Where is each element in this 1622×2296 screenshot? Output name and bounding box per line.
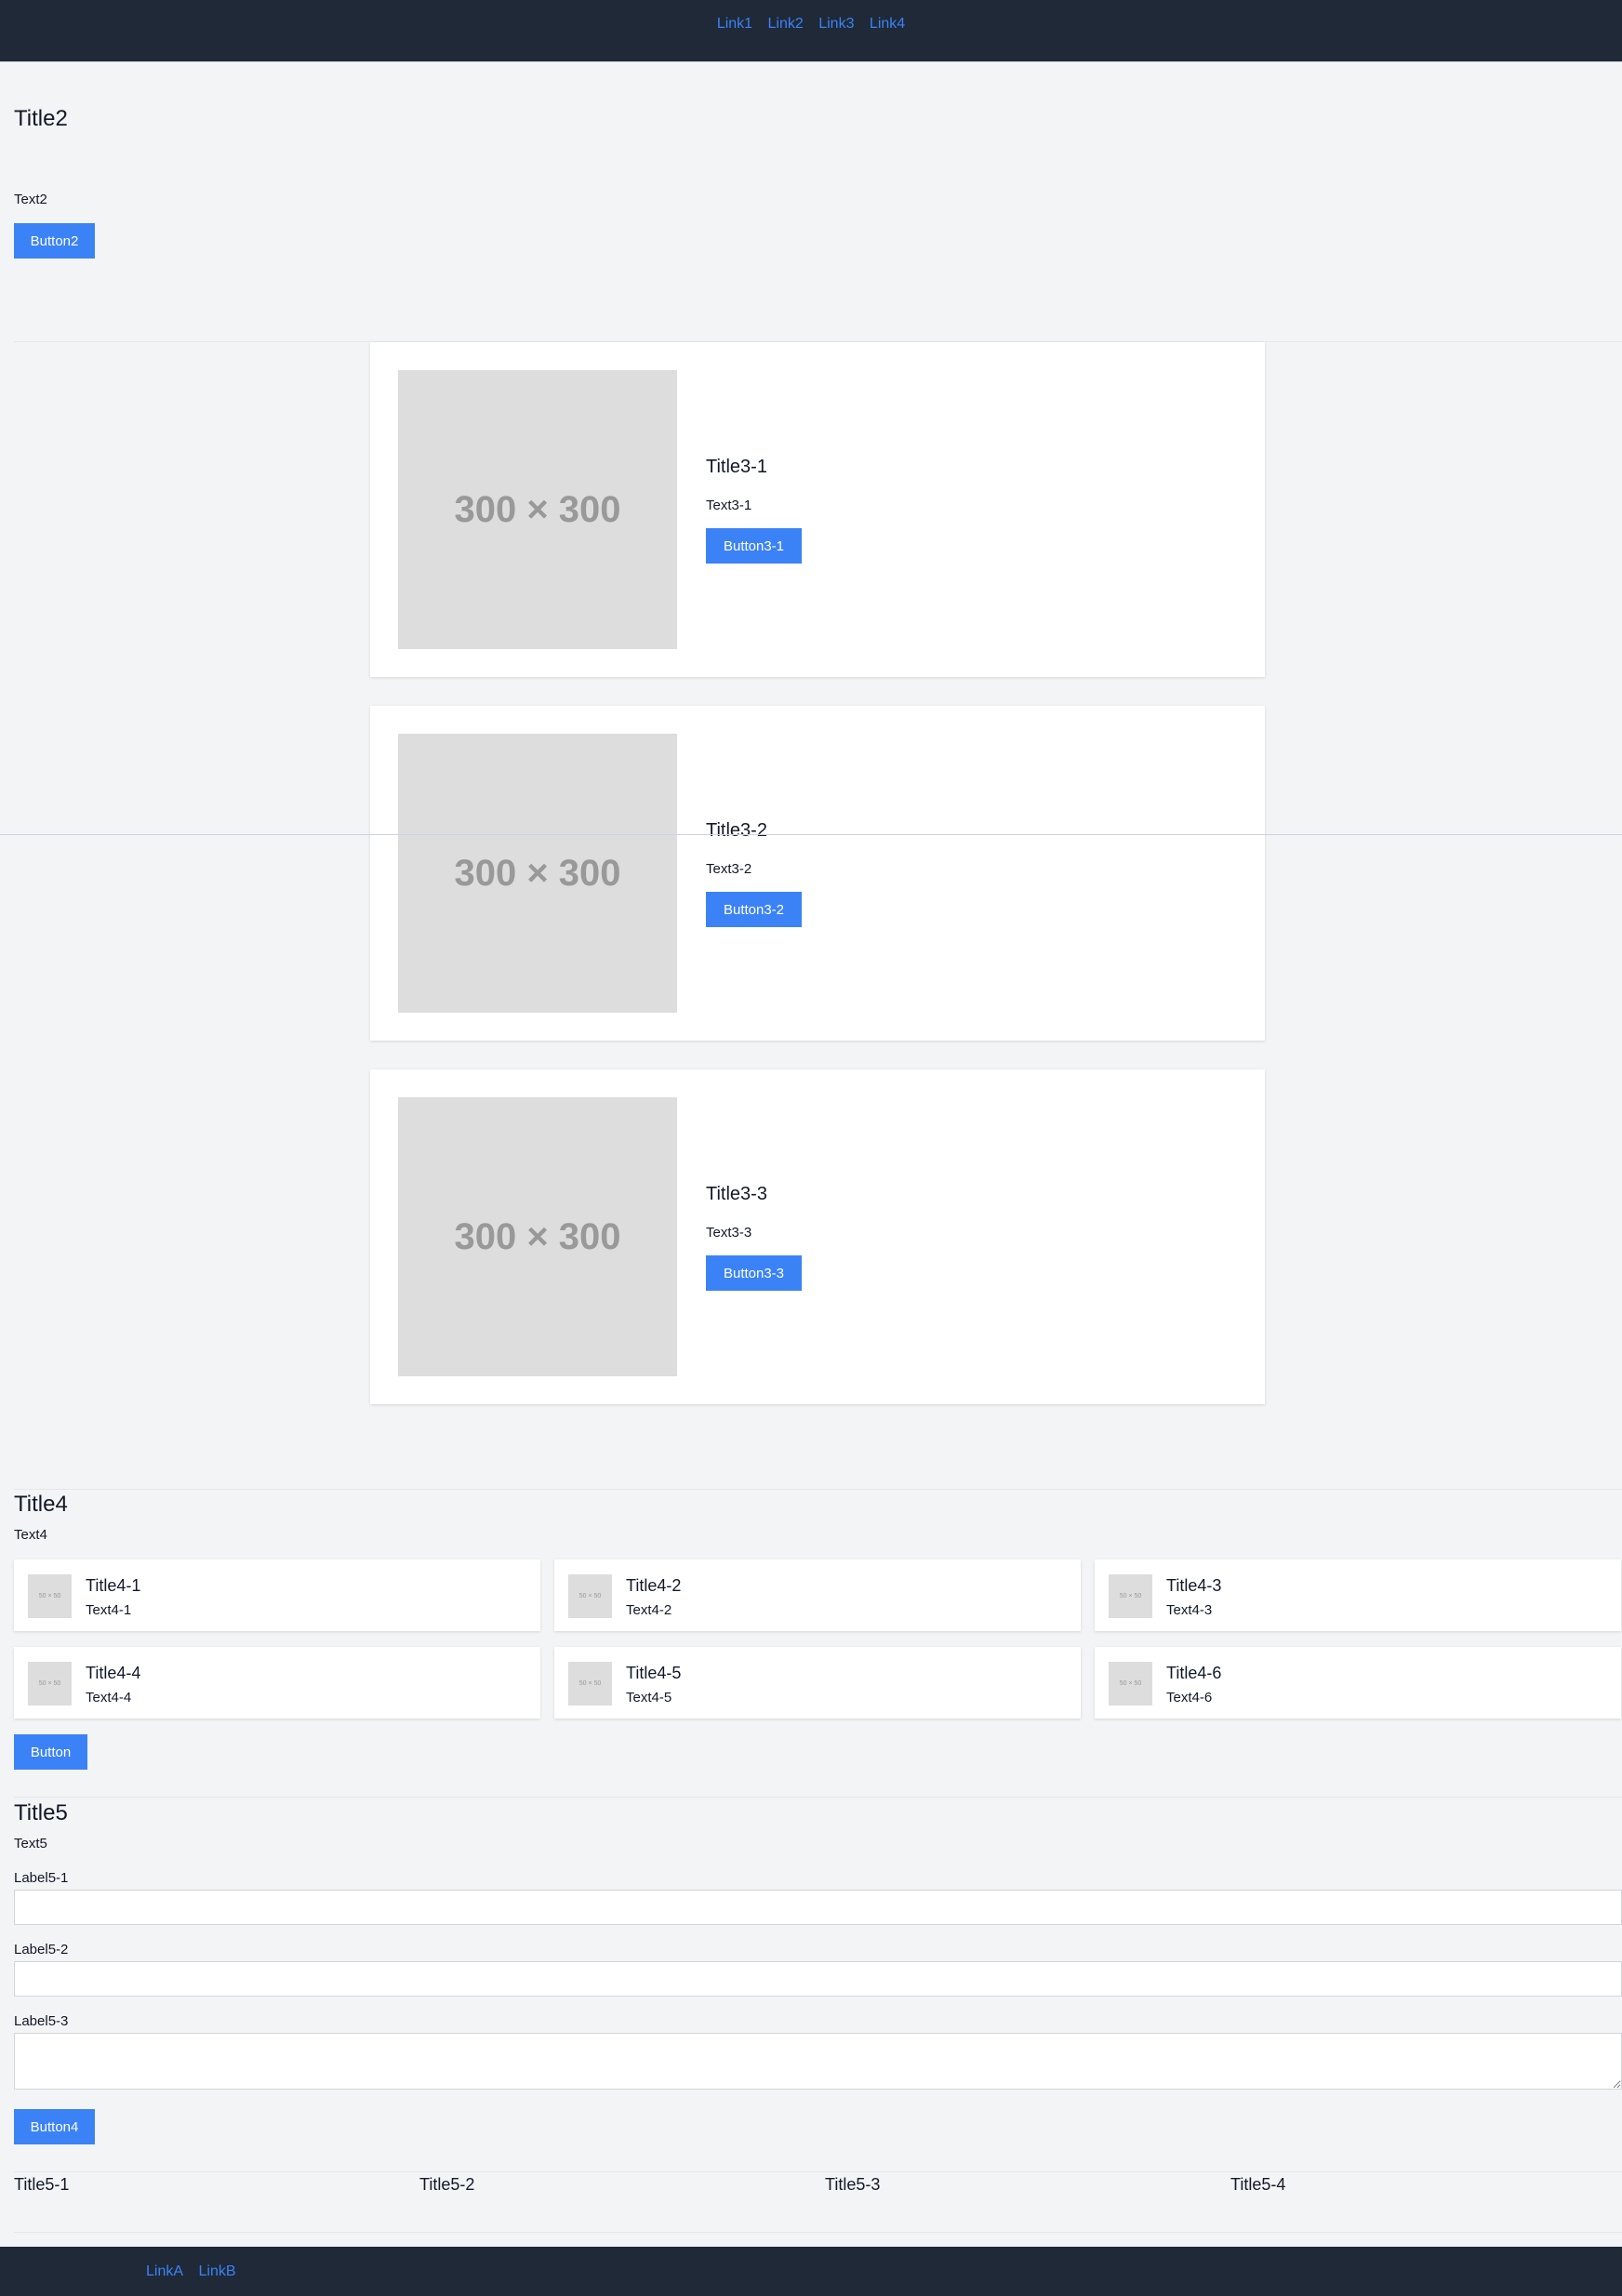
thumbnail-placeholder: 50 × 50: [28, 1662, 72, 1705]
field-label-1: Label5-1: [14, 1870, 69, 1886]
feature-title: Title3-3: [706, 1184, 767, 1204]
hero-button[interactable]: Button2: [14, 223, 95, 259]
section4-button[interactable]: Button: [14, 1734, 87, 1770]
divider: [14, 2171, 1622, 2172]
list-item-title: Title4-6: [1166, 1664, 1222, 1682]
feature-image-placeholder: 300 × 300: [398, 1097, 677, 1376]
hero-text: Text2: [14, 192, 47, 207]
text-input-2[interactable]: [14, 1961, 1622, 1997]
feature-text: Text3-3: [706, 1225, 752, 1241]
list-item-text: Text4-5: [626, 1690, 672, 1705]
feature-image-placeholder: 300 × 300: [398, 734, 677, 1013]
list-item-text: Text4-1: [86, 1602, 132, 1618]
list-item: 50 × 50 Title4-2 Text4-2: [554, 1559, 1081, 1631]
hero-title: Title2: [14, 106, 68, 131]
list-item-title: Title4-2: [626, 1576, 682, 1595]
thumbnail-placeholder: 50 × 50: [1109, 1662, 1152, 1705]
feature-button-3[interactable]: Button3-3: [706, 1255, 802, 1291]
column-title-4: Title5-4: [1230, 2175, 1286, 2194]
list-item: 50 × 50 Title4-3 Text4-3: [1095, 1559, 1621, 1631]
section4-title: Title4: [14, 1492, 68, 1517]
list-item-title: Title4-3: [1166, 1576, 1222, 1595]
divider: [14, 1489, 1622, 1490]
thumbnail-placeholder: 50 × 50: [28, 1574, 72, 1618]
feature-title: Title3-1: [706, 457, 767, 477]
nav-link-2[interactable]: Link2: [768, 16, 804, 32]
list-item-text: Text4-4: [86, 1690, 132, 1705]
feature-card-1: 300 × 300 Title3-1 Text3-1 Button3-1: [370, 342, 1265, 677]
column-title-3: Title5-3: [825, 2175, 881, 2194]
footer-links: LinkA LinkB: [146, 2263, 247, 2280]
list-item-text: Text4-3: [1166, 1602, 1213, 1618]
nav-link-4[interactable]: Link4: [870, 16, 905, 32]
thumbnail-placeholder: 50 × 50: [568, 1574, 612, 1618]
field-label-2: Label5-2: [14, 1942, 69, 1958]
list-item: 50 × 50 Title4-1 Text4-1: [14, 1559, 540, 1631]
field-label-3: Label5-3: [14, 2013, 69, 2029]
list-item-title: Title4-1: [86, 1576, 141, 1595]
thumbnail-placeholder: 50 × 50: [568, 1662, 612, 1705]
feature-card-3: 300 × 300 Title3-3 Text3-3 Button3-3: [370, 1069, 1265, 1404]
textarea-input-3[interactable]: [14, 2033, 1622, 2090]
feature-card-2: 300 × 300 Title3-2 Text3-2 Button3-2: [370, 706, 1265, 1041]
section5-title: Title5: [14, 1800, 68, 1825]
thumbnail-placeholder: 50 × 50: [1109, 1574, 1152, 1618]
nav-link-1[interactable]: Link1: [717, 16, 752, 32]
feature-title: Title3-2: [706, 820, 767, 841]
nav-link-3[interactable]: Link3: [818, 16, 854, 32]
feature-button-2[interactable]: Button3-2: [706, 892, 802, 927]
feature-text: Text3-2: [706, 861, 752, 877]
feature-button-1[interactable]: Button3-1: [706, 528, 802, 564]
scroll-fold-line: [0, 834, 1622, 835]
feature-text: Text3-1: [706, 498, 752, 513]
column-title-1: Title5-1: [14, 2175, 70, 2194]
footer-link-a[interactable]: LinkA: [146, 2263, 183, 2279]
list-item-title: Title4-4: [86, 1664, 141, 1682]
section4-text: Text4: [14, 1527, 47, 1543]
submit-button[interactable]: Button4: [14, 2109, 95, 2144]
divider: [14, 2232, 1622, 2233]
list-item-text: Text4-6: [1166, 1690, 1213, 1705]
footer-link-b[interactable]: LinkB: [198, 2263, 235, 2279]
list-item-title: Title4-5: [626, 1664, 682, 1682]
list-item: 50 × 50 Title4-4 Text4-4: [14, 1647, 540, 1719]
divider: [14, 1797, 1622, 1798]
top-nav-links: Link1 Link2 Link3 Link4: [0, 16, 1622, 33]
list-item: 50 × 50 Title4-5 Text4-5: [554, 1647, 1081, 1719]
section5-text: Text5: [14, 1836, 47, 1851]
feature-image-placeholder: 300 × 300: [398, 370, 677, 649]
column-title-2: Title5-2: [419, 2175, 475, 2194]
text-input-1[interactable]: [14, 1890, 1622, 1925]
list-item-text: Text4-2: [626, 1602, 672, 1618]
list-item: 50 × 50 Title4-6 Text4-6: [1095, 1647, 1621, 1719]
